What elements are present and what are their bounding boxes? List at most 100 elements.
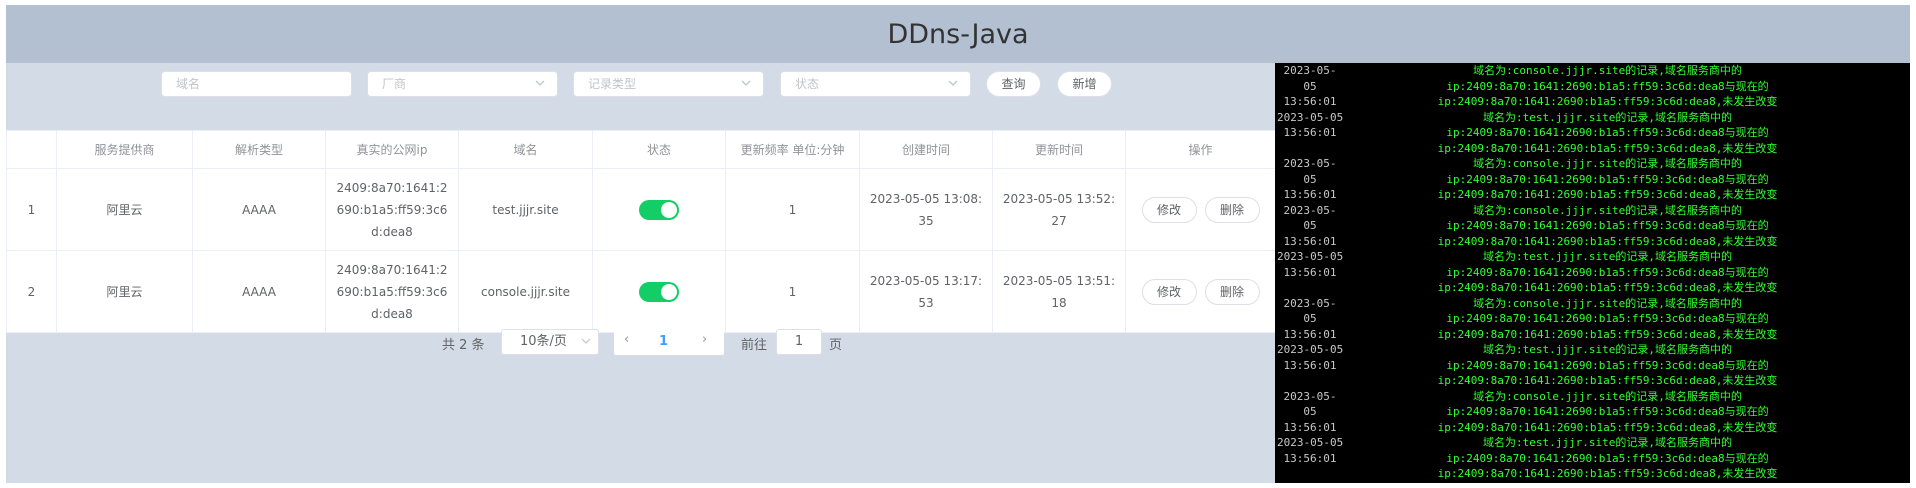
status-select[interactable]: 状态 [780, 71, 971, 97]
row-created: 2023-05-05 13:08:35 [859, 168, 993, 251]
page-size-value: 10条/页 [520, 334, 567, 349]
log-entry: 2023-05-05 13:56:01 域名为:test.jjjr.site的记… [1275, 435, 1910, 481]
domain-search-input[interactable]: 域名 [161, 71, 352, 97]
status-placeholder: 状态 [795, 77, 820, 91]
edit-button[interactable]: 修改 [1141, 196, 1197, 223]
log-entry: 2023-05-05 13:56:01 域名为:test.jjjr.site的记… [1275, 342, 1910, 388]
query-button[interactable]: 查询 [986, 71, 1041, 97]
log-timestamp: 2023-05-05 13:56:01 [1277, 110, 1344, 140]
log-timestamp: 2023-05- 05 13:56:01 [1283, 296, 1337, 341]
log-message: 域名为:test.jjjr.site的记录,域名服务商中的 ip:2409:8a… [1437, 250, 1778, 294]
pagination: 共 2 条 10条/页 ‹ 1 › 前往 1 页 [6, 329, 1275, 355]
filter-bar: 域名 厂商 记录类型 状态 查询 新增 [6, 63, 1275, 130]
log-timestamp: 2023-05-05 13:56:01 [1277, 343, 1344, 372]
log-entry: 2023-05-05 13:56:01 域名为:test.jjjr.site的记… [1275, 249, 1910, 295]
row-frequency: 1 [725, 250, 860, 333]
row-created: 2023-05-05 13:17:53 [859, 250, 993, 333]
row-status [592, 168, 726, 251]
page-suffix-label: 页 [829, 338, 843, 353]
log-message: 域名为:console.jjjr.site的记录,域名服务商中的 ip:2409… [1437, 203, 1778, 248]
chevron-down-icon [948, 80, 958, 86]
delete-button[interactable]: 删除 [1204, 196, 1260, 223]
chevron-down-icon [535, 80, 545, 86]
log-message: 域名为:console.jjjr.site的记录,域名服务商中的 ip:2409… [1437, 157, 1778, 201]
toggle-knob [661, 202, 677, 218]
log-timestamp: 2023-05-05 13:56:01 [1277, 436, 1344, 465]
log-timestamp: 2023-05-05 13:56:01 [1277, 250, 1344, 279]
prev-page-icon[interactable]: ‹ [624, 332, 629, 347]
chevron-down-icon [741, 80, 751, 86]
log-timestamp: 2023-05- 05 13:56:01 [1283, 389, 1337, 434]
delete-button[interactable]: 删除 [1204, 278, 1260, 305]
row-ip: 2409:8a70:1641:2690:b1a5:ff59:3c6d:dea8 [325, 168, 459, 251]
goto-label: 前往 [741, 338, 768, 353]
log-timestamp: 2023-05- 05 13:56:01 [1283, 157, 1337, 201]
log-message: 域名为:console.jjjr.site的记录,域名服务商中的 ip:2409… [1437, 389, 1778, 434]
vendor-select[interactable]: 厂商 [367, 71, 558, 97]
table-row: 2 阿里云 AAAA 2409:8a70:1641:2690:b1a5:ff59… [6, 250, 1276, 333]
row-status [592, 250, 726, 333]
record-type-select[interactable]: 记录类型 [573, 71, 764, 97]
status-toggle[interactable] [639, 200, 679, 220]
records-table: 服务提供商 解析类型 真实的公网ip 域名 状态 更新频率 单位:分钟 创建时间… [6, 130, 1276, 333]
row-provider: 阿里云 [56, 168, 193, 251]
header-created: 创建时间 [859, 130, 993, 169]
add-button[interactable]: 新增 [1057, 71, 1112, 97]
row-type: AAAA [192, 168, 326, 251]
log-entry: 2023-05- 05 13:56:01 域名为:console.jjjr.si… [1275, 296, 1910, 342]
page-navigator: ‹ 1 › [614, 329, 724, 355]
row-actions: 修改 删除 [1125, 168, 1276, 251]
header-status: 状态 [592, 130, 726, 169]
page-number-current[interactable]: 1 [659, 334, 668, 349]
header-type: 解析类型 [192, 130, 326, 169]
row-ip: 2409:8a70:1641:2690:b1a5:ff59:3c6d:dea8 [325, 250, 459, 333]
log-message: 域名为:console.jjjr.site的记录,域名服务商中的 ip:2409… [1437, 296, 1778, 341]
page-size-select[interactable]: 10条/页 [501, 329, 599, 355]
log-timestamp: 2023-05- 05 13:56:01 [1283, 64, 1337, 108]
row-updated: 2023-05-05 13:52:27 [992, 168, 1126, 251]
header-ip: 真实的公网ip [325, 130, 459, 169]
table-row: 1 阿里云 AAAA 2409:8a70:1641:2690:b1a5:ff59… [6, 168, 1276, 251]
app-title: DDns-Java [887, 18, 1029, 50]
log-console: 2023-05- 05 13:56:01 域名为:console.jjjr.si… [1275, 63, 1910, 483]
log-message: 域名为:test.jjjr.site的记录,域名服务商中的 ip:2409:8a… [1437, 110, 1778, 155]
row-type: AAAA [192, 250, 326, 333]
record-type-placeholder: 记录类型 [588, 77, 637, 91]
row-frequency: 1 [725, 168, 860, 251]
status-toggle[interactable] [639, 282, 679, 302]
row-actions: 修改 删除 [1125, 250, 1276, 333]
pagination-total: 共 2 条 [442, 338, 485, 353]
next-page-icon[interactable]: › [702, 332, 707, 347]
chevron-down-icon [581, 338, 591, 344]
vendor-placeholder: 厂商 [382, 77, 407, 91]
log-entry: 2023-05-05 13:56:01 域名为:test.jjjr.site的记… [1275, 110, 1910, 156]
log-message: 域名为:console.jjjr.site的记录,域名服务商中的 ip:2409… [1437, 64, 1778, 108]
log-entry: 2023-05- 05 13:56:01 域名为:console.jjjr.si… [1275, 156, 1910, 202]
header-updated: 更新时间 [992, 130, 1126, 169]
log-timestamp: 2023-05- 05 13:56:01 [1283, 203, 1337, 248]
table-header-row: 服务提供商 解析类型 真实的公网ip 域名 状态 更新频率 单位:分钟 创建时间… [6, 130, 1276, 169]
header-frequency: 更新频率 单位:分钟 [725, 130, 860, 169]
header-index [6, 130, 57, 169]
goto-page-input[interactable]: 1 [776, 329, 822, 355]
main-panel: 域名 厂商 记录类型 状态 查询 新增 服务提供商 解析类型 真实的公网ip 域… [6, 63, 1276, 483]
row-domain: test.jjjr.site [458, 168, 593, 251]
header-actions: 操作 [1125, 130, 1276, 169]
log-message: 域名为:test.jjjr.site的记录,域名服务商中的 ip:2409:8a… [1437, 343, 1778, 387]
row-updated: 2023-05-05 13:51:18 [992, 250, 1126, 333]
app-container: DDns-Java 域名 厂商 记录类型 状态 查询 新增 服务提供商 解析类型… [6, 5, 1910, 483]
log-message: 域名为:test.jjjr.site的记录,域名服务商中的 ip:2409:8a… [1437, 436, 1778, 480]
row-index: 1 [6, 168, 57, 251]
row-provider: 阿里云 [56, 250, 193, 333]
row-domain: console.jjjr.site [458, 250, 593, 333]
log-entry: 2023-05- 05 13:56:01 域名为:console.jjjr.si… [1275, 63, 1910, 109]
row-index: 2 [6, 250, 57, 333]
header-domain: 域名 [458, 130, 593, 169]
toggle-knob [661, 284, 677, 300]
domain-placeholder: 域名 [176, 77, 201, 91]
header-provider: 服务提供商 [56, 130, 193, 169]
app-header: DDns-Java [6, 5, 1910, 63]
log-entry: 2023-05- 05 13:56:01 域名为:console.jjjr.si… [1275, 203, 1910, 249]
edit-button[interactable]: 修改 [1141, 278, 1197, 305]
log-entry: 2023-05- 05 13:56:01 域名为:console.jjjr.si… [1275, 389, 1910, 435]
